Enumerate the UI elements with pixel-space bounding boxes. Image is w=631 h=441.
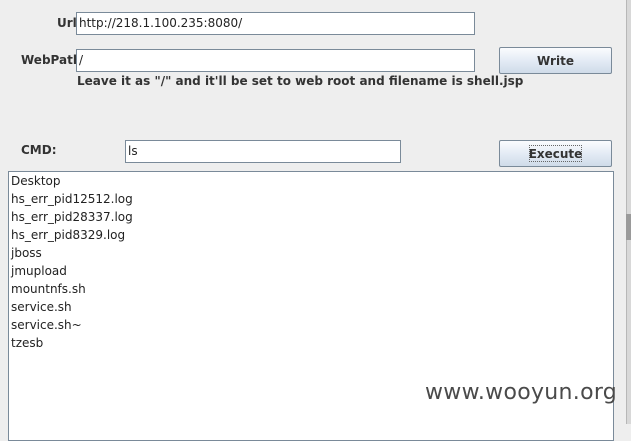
output-line: mountnfs.sh xyxy=(11,282,86,296)
cmd-input[interactable]: ls xyxy=(125,140,401,163)
webpath-hint: Leave it as "/" and it'll be set to web … xyxy=(77,74,524,88)
webpath-input[interactable]: / xyxy=(76,49,475,72)
write-button[interactable]: Write xyxy=(499,47,612,74)
write-button-label: Write xyxy=(537,53,574,68)
output-line: hs_err_pid12512.log xyxy=(11,192,133,206)
execute-button-label: Execute xyxy=(528,146,583,161)
watermark: www.wooyun.org xyxy=(425,380,618,405)
output-line: hs_err_pid28337.log xyxy=(11,210,133,224)
window-scrollbar-thumb[interactable] xyxy=(626,214,631,240)
output-line: service.sh~ xyxy=(11,318,82,332)
output-line: hs_err_pid8329.log xyxy=(11,228,126,242)
output-line: Desktop xyxy=(11,174,61,188)
cmd-label: CMD: xyxy=(21,143,57,157)
output-line: tzesb xyxy=(11,336,44,350)
output-line: service.sh xyxy=(11,300,72,314)
execute-button[interactable]: Execute xyxy=(499,140,612,167)
url-input[interactable]: http://218.1.100.235:8080/ xyxy=(76,12,475,35)
output-line: jmupload xyxy=(11,264,67,278)
window-scrollbar[interactable] xyxy=(626,0,631,424)
output-line: jboss xyxy=(11,246,42,260)
